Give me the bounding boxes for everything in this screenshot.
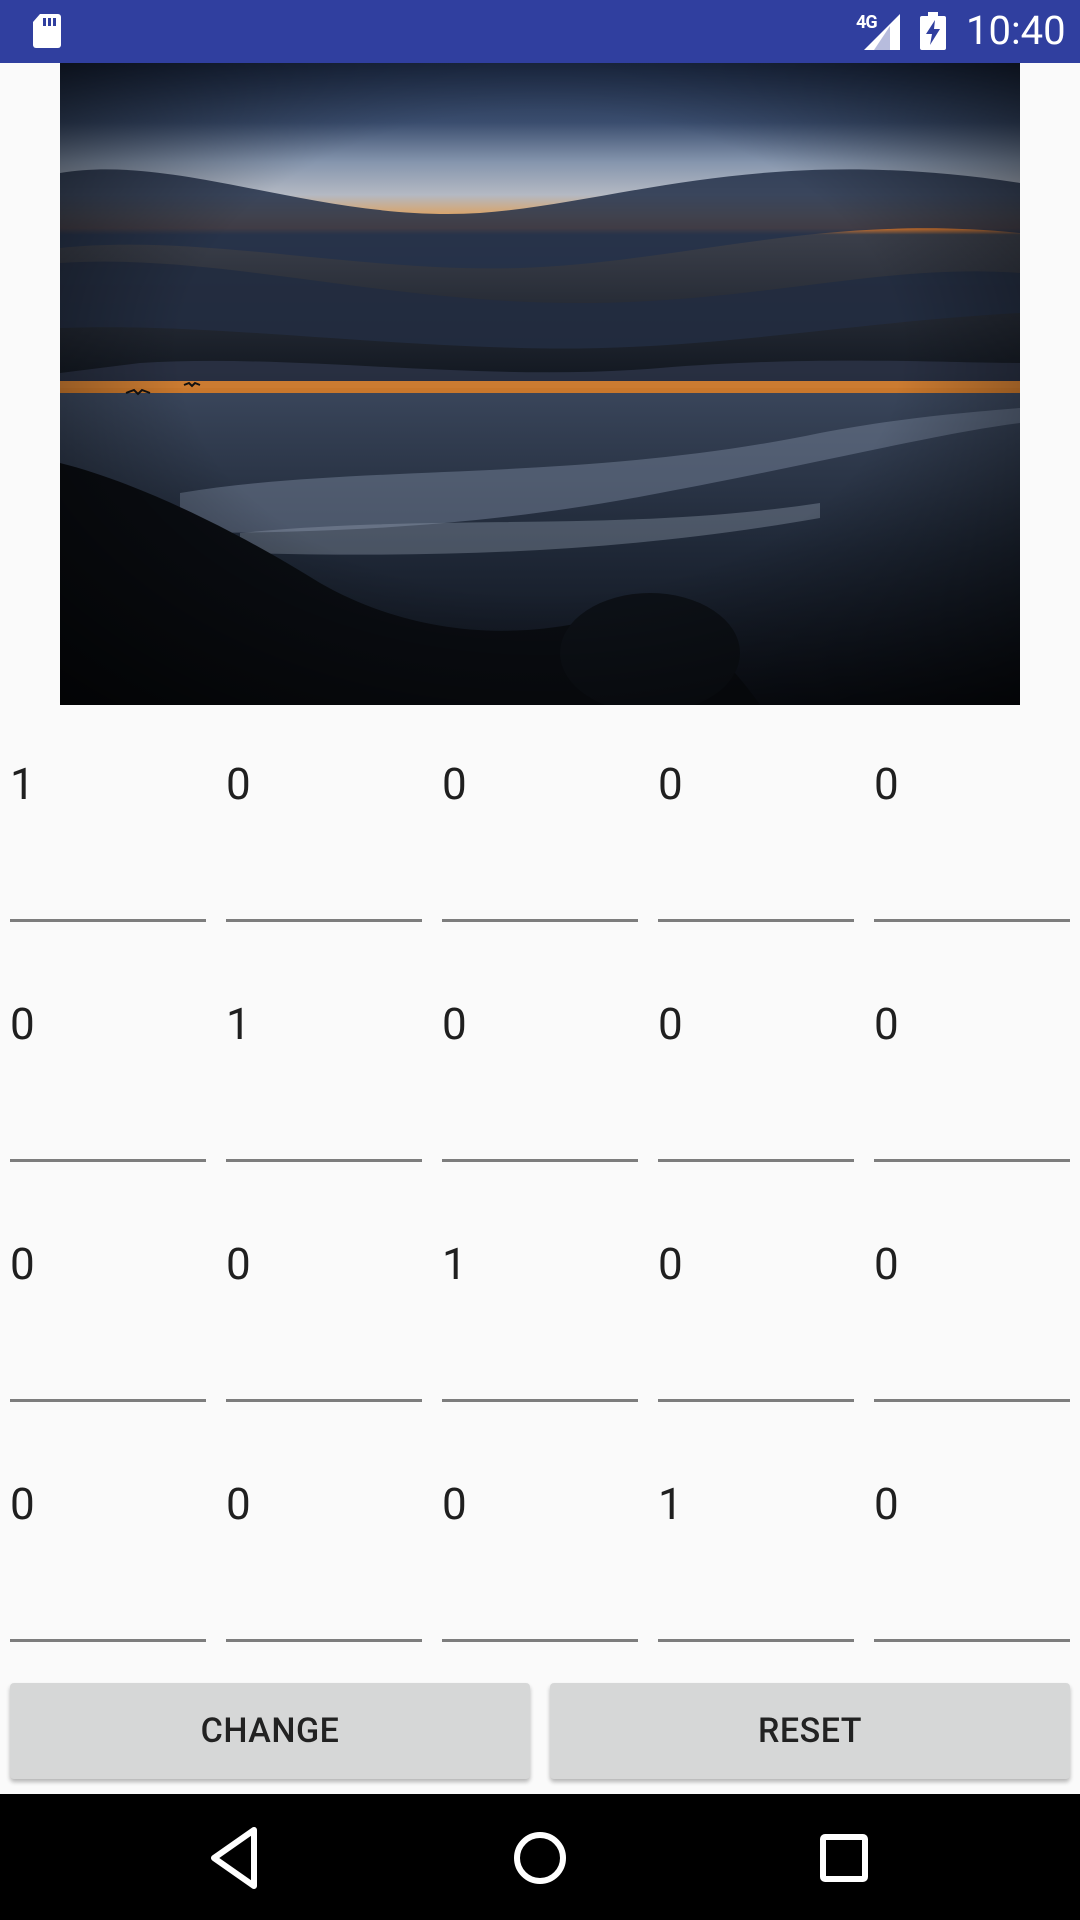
matrix-input[interactable]	[10, 1440, 206, 1642]
matrix-row	[10, 720, 1070, 960]
matrix-cell[interactable]	[442, 720, 638, 922]
matrix-cell[interactable]	[658, 1200, 854, 1402]
matrix-cell[interactable]	[874, 960, 1070, 1162]
matrix-cell[interactable]	[658, 720, 854, 922]
matrix-input[interactable]	[226, 720, 422, 922]
matrix-input[interactable]	[10, 960, 206, 1162]
recents-icon[interactable]	[806, 1820, 882, 1896]
matrix-cell[interactable]	[10, 1200, 206, 1402]
matrix-cell[interactable]	[658, 960, 854, 1162]
matrix-input[interactable]	[10, 1200, 206, 1402]
signal-icon	[864, 14, 900, 50]
matrix-input[interactable]	[658, 1200, 854, 1402]
back-icon[interactable]	[198, 1820, 274, 1896]
matrix-input[interactable]	[658, 1440, 854, 1642]
matrix-cell[interactable]	[226, 1440, 422, 1642]
matrix-cell[interactable]	[442, 960, 638, 1162]
matrix-input[interactable]	[442, 1200, 638, 1402]
sd-card-icon	[33, 14, 61, 48]
home-icon[interactable]	[502, 1820, 578, 1896]
status-bar: 4G 10:40	[0, 0, 1080, 63]
matrix-cell[interactable]	[10, 1440, 206, 1642]
reset-button[interactable]: RESET	[550, 1683, 1070, 1779]
matrix-row	[10, 1440, 1070, 1680]
matrix-cell[interactable]	[442, 1440, 638, 1642]
matrix-cell[interactable]	[226, 1200, 422, 1402]
matrix-input[interactable]	[226, 960, 422, 1162]
matrix-input[interactable]	[658, 720, 854, 922]
matrix-cell[interactable]	[658, 1440, 854, 1642]
sunset-ocean-photo	[60, 63, 1020, 705]
matrix-cell[interactable]	[10, 960, 206, 1162]
matrix-input[interactable]	[874, 1440, 1070, 1642]
matrix-cell[interactable]	[226, 720, 422, 922]
matrix-input[interactable]	[442, 960, 638, 1162]
navigation-bar	[0, 1794, 1080, 1920]
battery-charging-icon	[920, 12, 946, 50]
matrix-cell[interactable]	[10, 720, 206, 922]
matrix-cell[interactable]	[874, 720, 1070, 922]
matrix-input[interactable]	[226, 1440, 422, 1642]
matrix-row	[10, 960, 1070, 1200]
matrix-input[interactable]	[658, 960, 854, 1162]
photo-graphic	[60, 63, 1020, 705]
matrix-input[interactable]	[874, 720, 1070, 922]
matrix-input[interactable]	[442, 1440, 638, 1642]
matrix-input[interactable]	[442, 720, 638, 922]
matrix-cell[interactable]	[442, 1200, 638, 1402]
matrix-input[interactable]	[874, 960, 1070, 1162]
matrix-input[interactable]	[10, 720, 206, 922]
status-clock: 10:40	[966, 7, 1066, 54]
matrix-cell[interactable]	[226, 960, 422, 1162]
change-button[interactable]: CHANGE	[10, 1683, 530, 1779]
matrix-cell[interactable]	[874, 1440, 1070, 1642]
matrix-row	[10, 1200, 1070, 1440]
matrix-input[interactable]	[226, 1200, 422, 1402]
matrix-input[interactable]	[874, 1200, 1070, 1402]
matrix-cell[interactable]	[874, 1200, 1070, 1402]
